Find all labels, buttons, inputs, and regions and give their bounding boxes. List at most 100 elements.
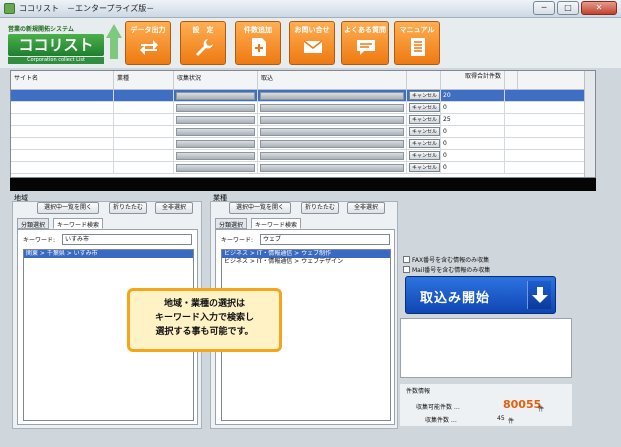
industry-keyword-input[interactable]: ウェブ [260,234,390,245]
industry-tab-keyword[interactable]: キーワード検索 [251,218,302,229]
logo-sub: Corporation collect List [8,57,104,64]
cancel-button[interactable]: キャンセル [409,91,440,100]
cancel-button[interactable]: キャンセル [409,115,440,124]
progress-bar [176,127,255,136]
progress-bar [260,163,404,172]
status-cell [174,90,258,101]
header: 営業の新規開拓システム ココリスト Corporation collect Li… [0,18,621,68]
maximize-button[interactable]: □ [557,1,579,15]
status-cell [174,102,258,113]
available-count-unit: 件 [538,406,545,413]
site-cell [11,138,114,149]
region-open-selected-button[interactable]: 選択中一覧を開く [37,202,99,214]
count-value: 0 [443,104,447,111]
region-tab-category[interactable]: 分類選択 [17,218,50,229]
industry-clear-button[interactable]: 全非選択 [347,202,385,214]
table-row[interactable]: キャンセル 0 [11,162,595,174]
table-row[interactable]: キャンセル 0 [11,138,595,150]
available-count-value: 80055 [503,398,542,411]
list-item[interactable]: ビジネス > IT・情報通信 > ウェブ制作 [222,250,390,258]
status-strip [10,178,596,191]
site-cell [11,126,114,137]
cancel-button[interactable]: キャンセル [409,139,440,148]
region-fold-button[interactable]: 折りたたむ [109,202,147,214]
fax-checkbox[interactable] [403,256,410,263]
industry-open-selected-button[interactable]: 選択中一覧を開く [229,202,291,214]
close-button[interactable]: ✕ [581,1,617,15]
cancel-cell: キャンセル [407,138,441,149]
progress-bar [260,127,404,136]
progress-bar [176,91,255,100]
add-count-label: 件数追加 [244,26,272,34]
industry-keyword-label: キーワード: [221,237,254,244]
add-document-icon [252,38,266,56]
progress-bar [260,103,404,112]
count-value: 20 [443,92,451,99]
count-value: 0 [443,152,447,159]
industry-tab-category[interactable]: 分類選択 [215,218,248,229]
site-grid: サイト名 業種 収集状況 取込 取得合計件数 キャンセル 20 キャンセル 0 … [10,70,596,178]
site-cell [11,114,114,125]
header-site[interactable]: サイト名 [11,71,114,89]
header-status[interactable]: 収集状況 [174,71,258,89]
progress-bar [260,91,404,100]
header-import[interactable]: 取込 [258,71,407,89]
list-item[interactable]: ビジネス > IT・情報通信 > ウェブデザイン [222,258,390,266]
settings-button[interactable]: 設 定 [180,21,226,65]
fax-only-option[interactable]: FAX番号を含む情報のみ収集 [403,255,489,264]
industry-fold-button[interactable]: 折りたたむ [301,202,339,214]
region-tab-keyword[interactable]: キーワード検索 [53,218,104,229]
total-cell: 0 [441,162,505,173]
table-row[interactable]: キャンセル 25 [11,114,595,126]
status-cell [174,126,258,137]
logo-arrow-icon [106,24,122,38]
grid-scrollbar[interactable] [584,71,595,177]
cancel-cell: キャンセル [407,114,441,125]
start-import-button[interactable]: 取込み開始 [405,276,556,314]
header-total[interactable]: 取得合計件数 [441,71,505,89]
industry-cell [114,114,174,125]
available-count-label: 収集可能件数 … [416,404,460,411]
progress-bar [260,139,404,148]
cancel-cell: キャンセル [407,150,441,161]
table-row[interactable]: キャンセル 0 [11,150,595,162]
settings-label: 設 定 [192,26,214,34]
industry-cell [114,126,174,137]
collected-count-unit: 件 [508,418,515,425]
contact-button[interactable]: お問い合せ [289,21,335,65]
mail-checkbox[interactable] [403,266,410,273]
table-row[interactable]: キャンセル 20 [11,90,595,102]
contact-label: お問い合せ [294,26,330,34]
faq-button[interactable]: よくある質問 [341,21,389,65]
table-row[interactable]: キャンセル 0 [11,102,595,114]
import-cell [258,90,407,101]
table-row[interactable]: キャンセル 0 [11,126,595,138]
status-cell [174,150,258,161]
cancel-button[interactable]: キャンセル [409,151,440,160]
total-cell: 20 [441,90,505,101]
cancel-button[interactable]: キャンセル [409,163,440,172]
add-count-button[interactable]: 件数追加 [235,21,281,65]
total-cell: 0 [441,138,505,149]
callout-line: 地域・業種の選択は [163,299,245,309]
list-item[interactable]: 関東 > 千葉県 > いすみ市 [24,250,193,258]
minimize-button[interactable]: ─ [533,1,555,15]
cancel-cell: キャンセル [407,102,441,113]
mail-only-option[interactable]: Mail番号を含む情報のみ収集 [403,265,490,274]
cancel-button[interactable]: キャンセル [409,103,440,112]
manual-button[interactable]: マニュアル [394,21,440,65]
region-clear-button[interactable]: 全非選択 [155,202,193,214]
total-cell: 0 [441,150,505,161]
region-keyword-input[interactable]: いすみ市 [62,234,192,245]
header-industry[interactable]: 業種 [114,71,174,89]
count-value: 25 [443,116,451,123]
callout-line: 選択する事も可能です。 [155,327,254,337]
data-export-button[interactable]: データ出力 [125,21,171,65]
cancel-button[interactable]: キャンセル [409,127,440,136]
manual-label: マニュアル [399,26,435,34]
total-cell: 0 [441,102,505,113]
window-controls: ─ □ ✕ [531,1,617,15]
import-cell [258,102,407,113]
progress-bar [260,151,404,160]
site-cell [11,162,114,173]
